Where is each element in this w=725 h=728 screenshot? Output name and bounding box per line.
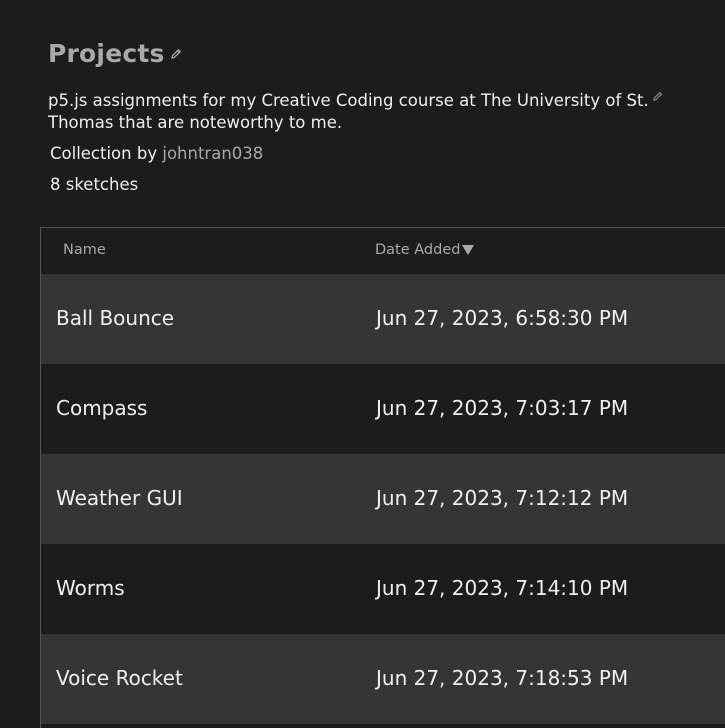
sketch-name[interactable]: Voice Rocket [56, 666, 183, 690]
column-header-date-label: Date Added [375, 242, 461, 258]
sort-descending-icon [462, 245, 475, 255]
edit-title-pencil-icon[interactable] [170, 48, 182, 60]
sketch-count: 8 sketches [50, 175, 139, 194]
collection-title[interactable]: Projects [48, 39, 165, 68]
collection-description[interactable]: p5.js assignments for my Creative Coding… [48, 90, 668, 134]
sketch-name[interactable]: Worms [56, 576, 125, 600]
sketch-date-added: Jun 27, 2023, 6:58:30 PM [376, 306, 629, 330]
collection-owner: Collection by johntran038 [50, 144, 263, 163]
column-header-name-label: Name [63, 242, 106, 258]
sketch-date-added: Jun 27, 2023, 7:18:53 PM [376, 666, 629, 690]
column-header-name[interactable]: Name [63, 242, 106, 258]
owner-prefix: Collection by [50, 144, 158, 163]
owner-link[interactable]: johntran038 [162, 144, 263, 163]
sketch-name[interactable]: Ball Bounce [56, 306, 174, 330]
sketch-date-added: Jun 27, 2023, 7:03:17 PM [376, 396, 629, 420]
table-row[interactable]: Compass Jun 27, 2023, 7:03:17 PM [41, 364, 725, 454]
edit-description-pencil-icon[interactable] [652, 91, 663, 102]
table-row[interactable]: Ball Bounce Jun 27, 2023, 6:58:30 PM [41, 274, 725, 364]
table-row[interactable]: Worms Jun 27, 2023, 7:14:10 PM [41, 544, 725, 634]
collection-page: Projects p5.js assignments for my Creati… [0, 0, 725, 728]
sketch-date-added: Jun 27, 2023, 7:12:12 PM [376, 486, 629, 510]
column-header-date-added[interactable]: Date Added [375, 242, 475, 258]
sketch-date-added: Jun 27, 2023, 7:14:10 PM [376, 576, 629, 600]
title-row: Projects [48, 36, 698, 70]
sketch-name[interactable]: Weather GUI [56, 486, 183, 510]
table-header: Name Date Added [41, 228, 725, 274]
sketch-table: Name Date Added Ball Bounce Jun 27, 2023… [40, 227, 725, 728]
collection-header: Projects p5.js assignments for my Creati… [48, 36, 698, 194]
sketch-name[interactable]: Compass [56, 396, 147, 420]
table-row[interactable]: Weather GUI Jun 27, 2023, 7:12:12 PM [41, 454, 725, 544]
table-row[interactable]: Voice Rocket Jun 27, 2023, 7:18:53 PM [41, 634, 725, 724]
